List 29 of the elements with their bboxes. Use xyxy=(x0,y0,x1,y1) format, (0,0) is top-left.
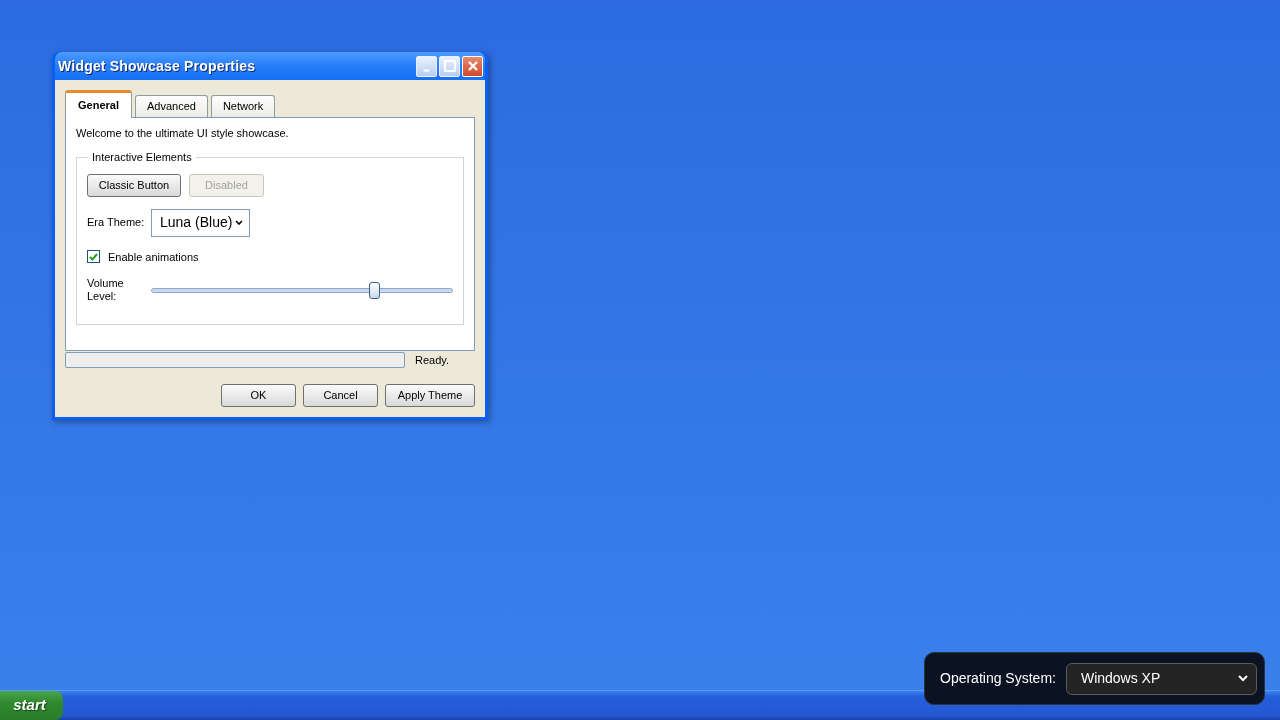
start-button[interactable]: start xyxy=(0,691,63,720)
tab[interactable]: Advanced xyxy=(134,95,208,117)
dialog-button[interactable]: Apply Theme xyxy=(385,383,475,407)
theme-label: Era Theme: xyxy=(87,215,146,231)
checkmark-icon xyxy=(89,252,98,261)
checkbox-label: Enable animations xyxy=(108,249,199,265)
theme-dropdown[interactable]: Luna (Blue) xyxy=(151,208,250,237)
tab[interactable]: Network xyxy=(210,95,276,117)
intro-text: Welcome to the ultimate UI style showcase. xyxy=(76,126,290,140)
chevron-down-icon xyxy=(235,220,243,225)
dialog-button[interactable]: OK xyxy=(221,383,296,407)
checkbox[interactable] xyxy=(87,250,100,264)
os-dropdown[interactable]: Windows XP xyxy=(1065,662,1257,695)
close-icon xyxy=(467,61,478,71)
status-text: Ready. xyxy=(415,353,450,368)
maximize-button[interactable] xyxy=(439,55,460,77)
os-label: Operating System: xyxy=(940,669,1056,688)
minimize-icon xyxy=(423,68,430,72)
minimize-button[interactable] xyxy=(416,55,437,77)
window-title: Widget Showcase Properties xyxy=(58,56,256,76)
chevron-down-icon xyxy=(1237,675,1248,682)
maximize-icon xyxy=(443,60,456,72)
group-legend: Interactive Elements xyxy=(88,149,196,166)
classic-button[interactable]: Classic Button xyxy=(87,173,181,197)
dialog-button[interactable]: Cancel xyxy=(303,383,378,407)
close-button[interactable] xyxy=(462,55,483,77)
tab[interactable]: General xyxy=(65,90,132,118)
volume-label: Volume Level: xyxy=(87,277,125,303)
slider-thumb[interactable] xyxy=(369,281,380,299)
